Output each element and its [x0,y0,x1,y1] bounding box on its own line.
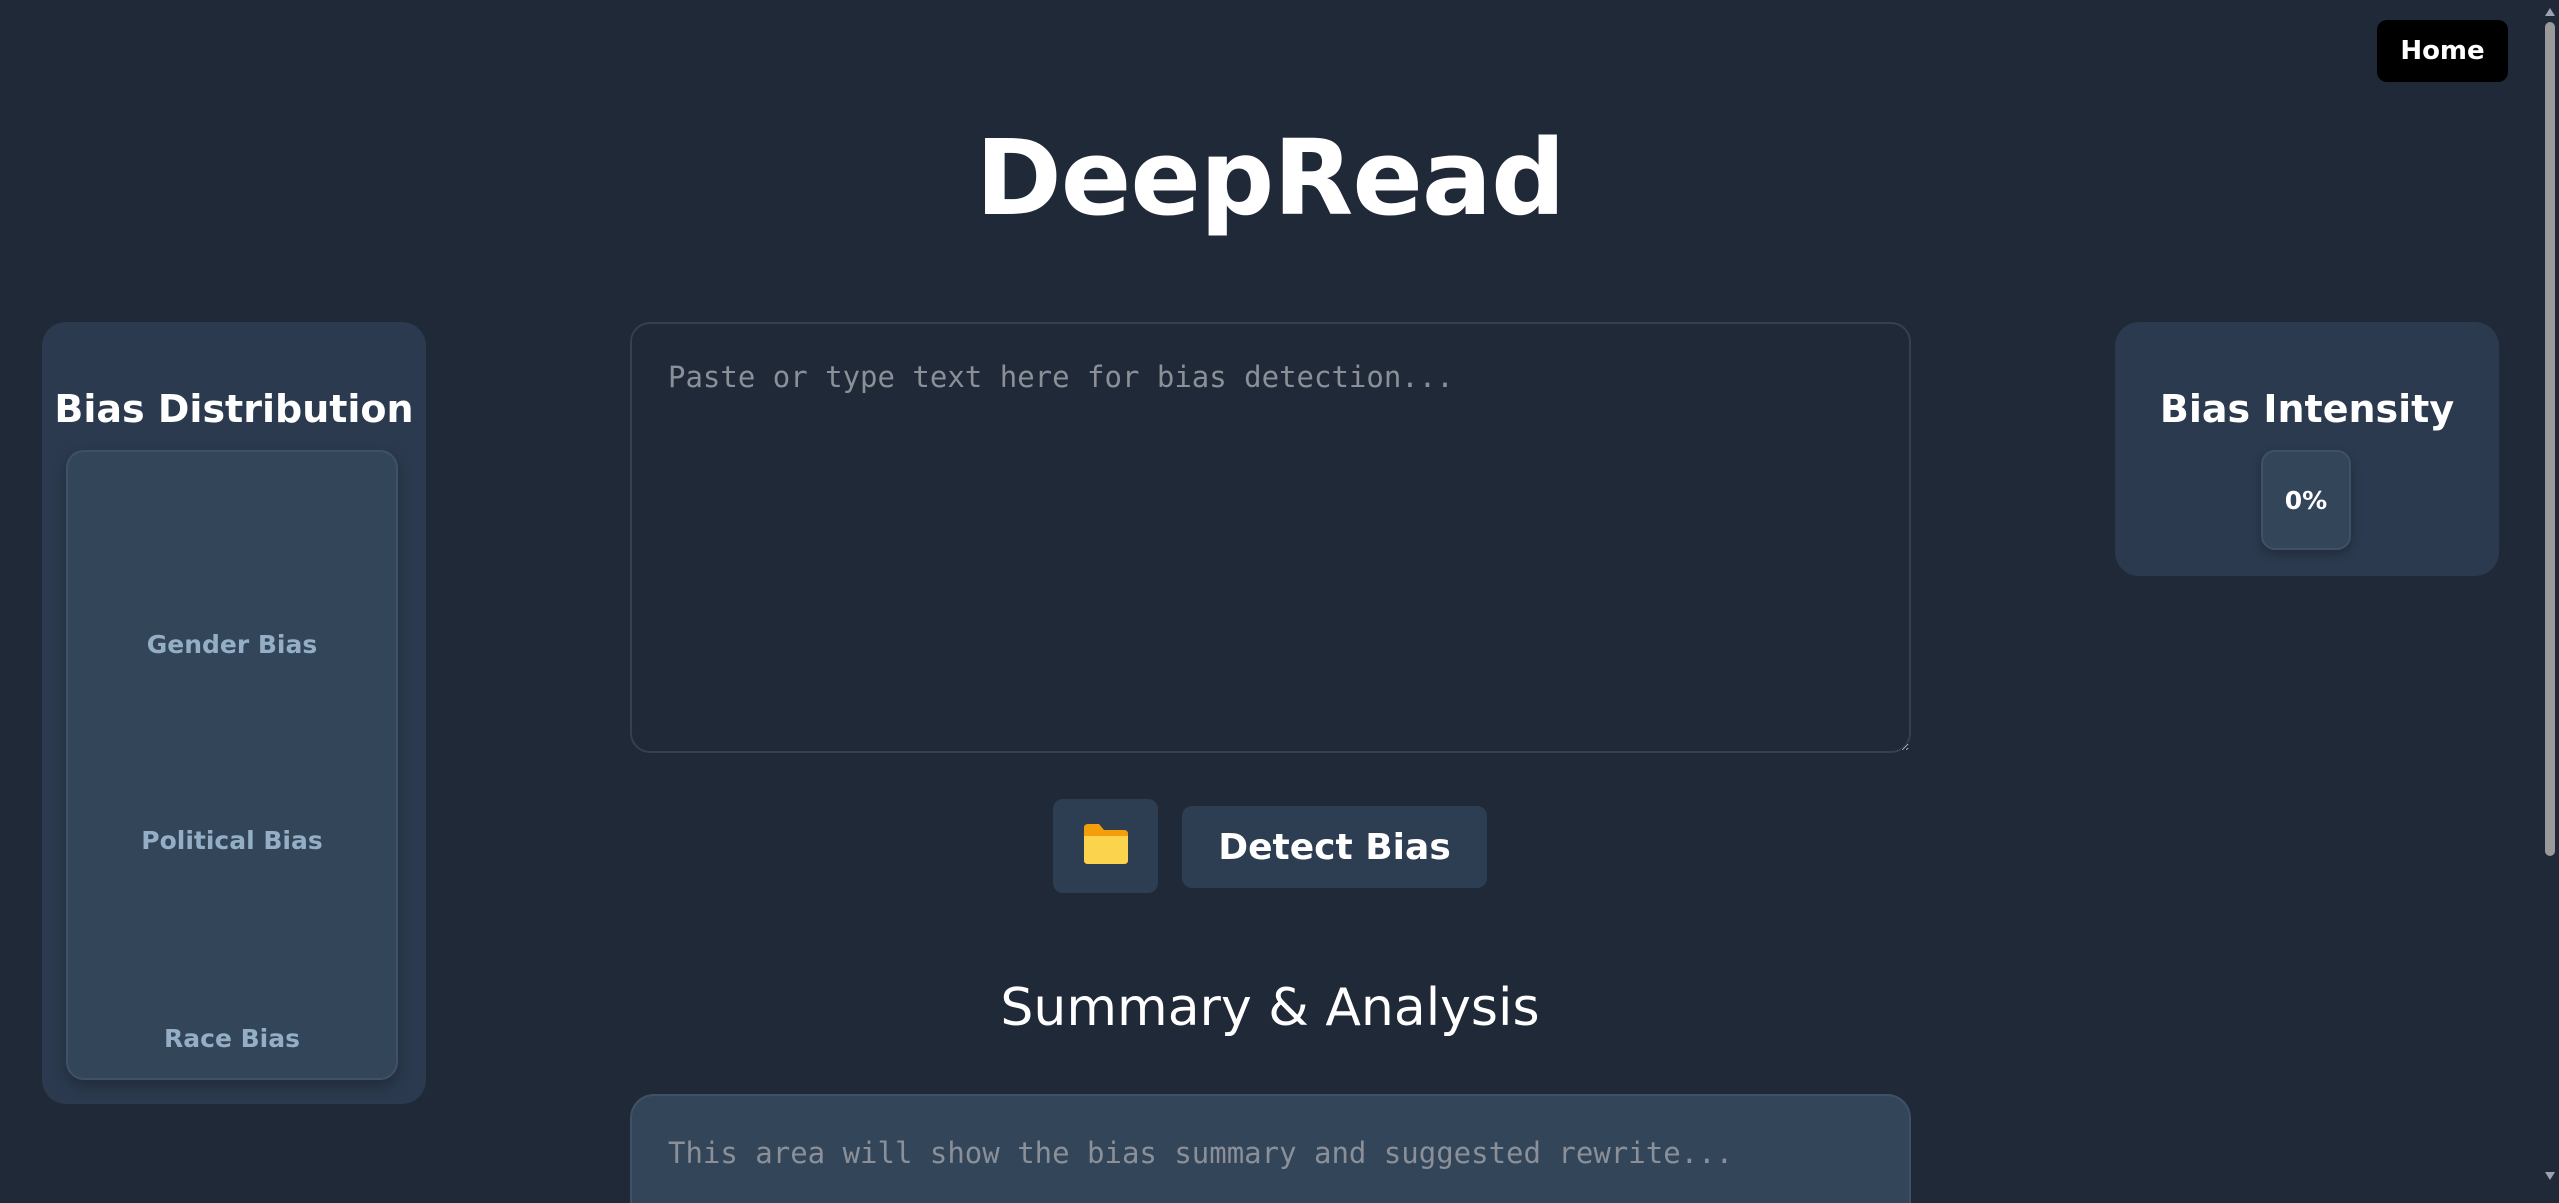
bias-intensity-title: Bias Intensity [2159,387,2455,431]
upload-file-button[interactable] [1053,799,1158,893]
home-button[interactable]: Home [2377,20,2508,82]
page: Home DeepRead Bias Distribution Gender B… [0,0,2559,1203]
summary-output: This area will show the bias summary and… [630,1094,1911,1203]
political-bias-label: Political Bias [141,826,323,855]
detect-bias-button[interactable]: Detect Bias [1182,806,1487,888]
scroll-down-arrow-icon[interactable] [2545,1172,2555,1180]
bias-intensity-value: 0% [2261,450,2351,550]
scrollbar-thumb[interactable] [2545,22,2555,856]
summary-title: Summary & Analysis [1000,978,1540,1038]
folder-icon [1081,822,1131,870]
gender-bias-label: Gender Bias [146,630,318,659]
page-title: DeepRead [975,117,1565,239]
bias-intensity-panel: Bias Intensity 0% [2115,322,2499,576]
bias-text-input[interactable] [630,322,1911,753]
bias-distribution-title: Bias Distribution [54,387,414,431]
vertical-scrollbar[interactable] [2541,0,2559,1203]
scroll-up-arrow-icon[interactable] [2545,8,2555,16]
